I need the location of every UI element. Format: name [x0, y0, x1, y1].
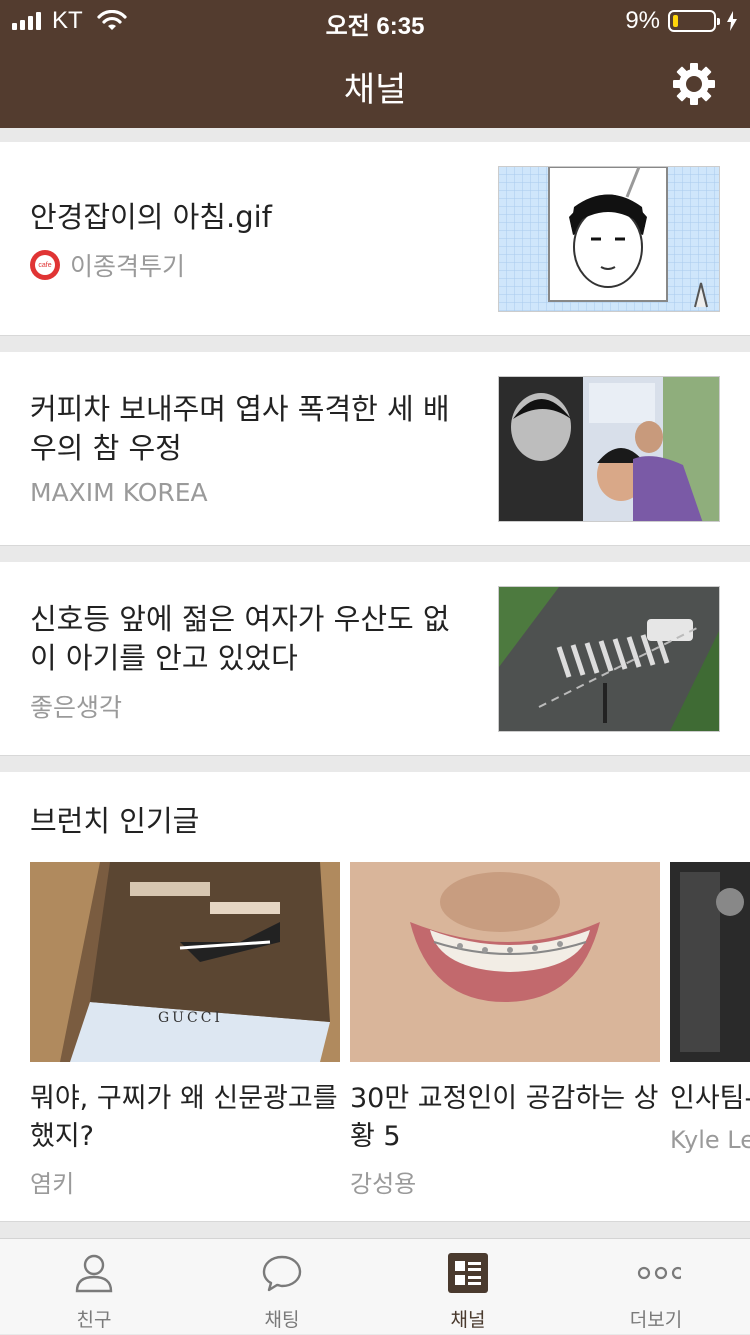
- tab-label: 채팅: [264, 1309, 300, 1331]
- brunch-item[interactable]: GUCCI 뭐야, 구찌가 왜 신문광고를 했지? 염키: [30, 862, 340, 1199]
- card-source: 이종격투기: [70, 252, 186, 281]
- section-title: 브런치 인기글: [30, 804, 200, 838]
- card-source: 좋은생각: [30, 693, 123, 722]
- brunch-section: 브런치 인기글 GUCCI 뭐야, 구찌가 왜 신문광고를 했지? 염키 30만…: [0, 772, 750, 1222]
- tab-more[interactable]: 더보기: [562, 1239, 750, 1335]
- tab-label: 더보기: [629, 1309, 683, 1331]
- brunch-item[interactable]: 30만 교정인이 공감하는 상황 5 강성용: [350, 862, 660, 1199]
- tab-friends[interactable]: 친구: [0, 1239, 188, 1335]
- tab-label: 채널: [450, 1309, 486, 1331]
- channel-card[interactable]: 안경잡이의 아침.gif cafe 이종격투기: [0, 142, 750, 336]
- channel-icon: [448, 1253, 488, 1293]
- tab-chats[interactable]: 채팅: [188, 1239, 376, 1335]
- tab-channel[interactable]: 채널: [374, 1239, 562, 1335]
- channel-card[interactable]: 커피차 보내주며 엽사 폭격한 세 배우의 참 우정 MAXIM KOREA: [0, 352, 750, 546]
- battery-icon: [668, 10, 720, 32]
- brunch-thumbnail: GUCCI: [30, 862, 340, 1062]
- card-headline: 안경잡이의 아침.gif: [30, 200, 272, 234]
- charging-bolt-icon: [727, 11, 737, 31]
- brunch-author: Kyle Le: [670, 1126, 750, 1154]
- brunch-author: 염키: [30, 1170, 75, 1198]
- cafe-icon: cafe: [30, 250, 60, 280]
- page-title: 채널: [343, 70, 407, 110]
- cafe-icon-label: cafe: [35, 255, 55, 275]
- tab-bar: 친구 채팅 채널 더보기: [0, 1238, 750, 1334]
- card-source: MAXIM KOREA: [30, 478, 208, 507]
- brunch-thumbnail: [670, 862, 750, 1062]
- gear-icon[interactable]: [672, 62, 716, 106]
- chat-bubble-icon: [262, 1255, 302, 1292]
- gucci-logo-text: GUCCI: [158, 1010, 223, 1026]
- more-dots-icon: [637, 1266, 681, 1280]
- battery-percent: 9%: [625, 7, 660, 34]
- brunch-title: 인사팀-나요?: [670, 1083, 750, 1114]
- brunch-title: 뭐야, 구찌가 왜 신문광고를 했지?: [30, 1083, 338, 1152]
- card-thumbnail: [498, 166, 720, 312]
- status-bar: KT 오전 6:35 9%: [0, 0, 750, 40]
- header: KT 오전 6:35 9% 채널: [0, 0, 750, 128]
- card-thumbnail: [498, 376, 720, 522]
- card-thumbnail: [498, 586, 720, 732]
- card-headline: 커피차 보내주며 엽사 폭격한 세 배우의 참 우정: [30, 392, 450, 465]
- brunch-thumbnail: [350, 862, 660, 1062]
- tab-label: 친구: [76, 1309, 112, 1331]
- card-headline: 신호등 앞에 젊은 여자가 우산도 없이 아기를 안고 있었다: [30, 602, 450, 675]
- channel-card[interactable]: 신호등 앞에 젊은 여자가 우산도 없이 아기를 안고 있었다 좋은생각: [0, 562, 750, 756]
- brunch-author: 강성용: [350, 1170, 417, 1198]
- person-icon: [75, 1254, 113, 1293]
- brunch-item[interactable]: 인사팀-나요? Kyle Le: [670, 862, 750, 1154]
- brunch-title: 30만 교정인이 공감하는 상황 5: [350, 1083, 659, 1152]
